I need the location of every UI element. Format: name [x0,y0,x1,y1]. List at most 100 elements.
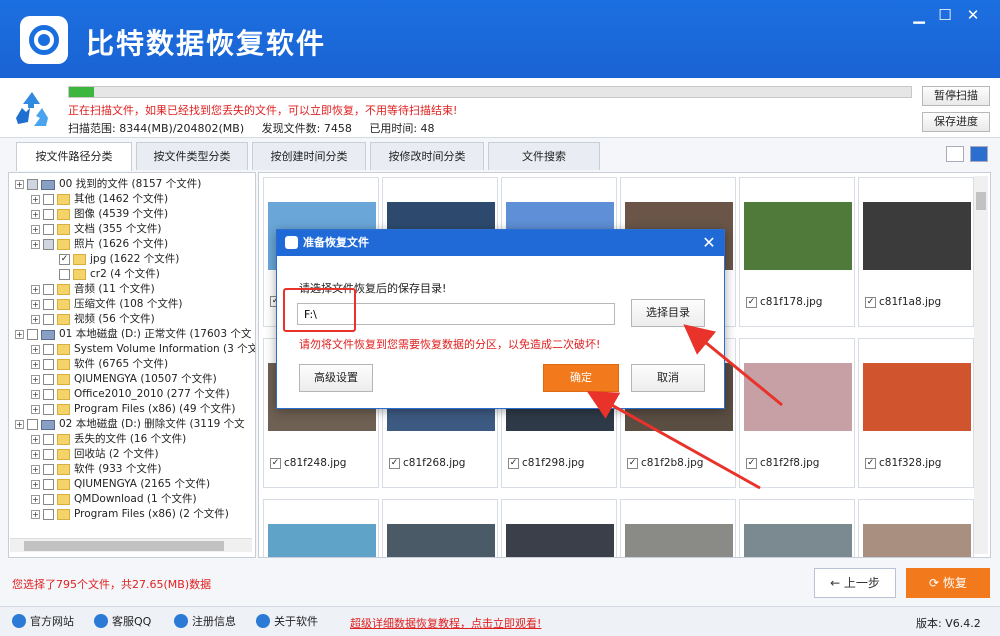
register-info-link[interactable]: 注册信息 [174,613,236,629]
advanced-settings-button[interactable]: 高级设置 [299,364,373,392]
tutorial-link[interactable]: 超级详细数据恢复教程，点击立即观看! [350,615,541,631]
expand-icon[interactable]: + [15,330,24,339]
tree-node[interactable]: +cr2 (4 个文件) [47,267,160,282]
tree-node[interactable]: + Program Files (x86) (49 个文件) [31,402,236,417]
tree-checkbox[interactable] [27,329,38,340]
expand-icon[interactable]: + [15,180,24,189]
tree-node[interactable]: + 回收站 (2 个文件) [31,447,159,462]
about-link[interactable]: 关于软件 [256,613,318,629]
expand-icon[interactable]: + [31,390,40,399]
expand-icon[interactable]: + [31,510,40,519]
tree-node[interactable]: + 软件 (933 个文件) [31,462,161,477]
expand-icon[interactable]: + [31,465,40,474]
grid-view-icon[interactable] [970,146,988,162]
expand-icon[interactable]: + [31,360,40,369]
expand-icon[interactable]: + [31,495,40,504]
tree-node[interactable]: + Program Files (x86) (2 个文件) [31,507,229,522]
tree-checkbox[interactable] [43,479,54,490]
file-checkbox[interactable]: ✓ [627,457,638,469]
file-checkbox[interactable]: ✓ [865,296,876,308]
file-checkbox[interactable]: ✓ [508,457,519,469]
tab-by-modified[interactable]: 按修改时间分类 [370,142,484,170]
tree-checkbox[interactable] [43,434,54,445]
tree-node[interactable]: + Office2010_2010 (277 个文件) [31,387,230,402]
expand-icon[interactable]: + [31,345,40,354]
expand-icon[interactable]: + [31,405,40,414]
confirm-button[interactable]: 确定 [543,364,619,392]
expand-icon[interactable]: + [31,285,40,294]
tree-node[interactable]: +02 本地磁盘 (D:) 删除文件 (3119 个文 [15,417,245,432]
tree-checkbox[interactable] [43,404,54,415]
tree-checkbox[interactable] [43,509,54,520]
minimize-icon[interactable]: ▁ [906,4,932,26]
list-view-icon[interactable] [946,146,964,162]
file-thumbnail-card[interactable]: ✓ c81f178.jpg [739,177,855,327]
tree-checkbox[interactable] [43,389,54,400]
file-thumbnail-card[interactable]: ✓ c81f2f8.jpg [739,338,855,488]
tree-node[interactable]: + QMDownload (1 个文件) [31,492,197,507]
file-thumbnail-card[interactable]: ✓ [620,499,736,557]
file-thumbnail-card[interactable]: ✓ [382,499,498,557]
tree-checkbox[interactable] [43,494,54,505]
expand-icon[interactable]: + [31,210,40,219]
file-thumbnail-card[interactable]: ✓ [501,499,617,557]
tree-checkbox[interactable] [43,194,54,205]
tab-by-path[interactable]: 按文件路径分类 [16,142,132,171]
expand-icon[interactable]: + [31,195,40,204]
expand-icon[interactable]: + [31,240,40,249]
tree-node[interactable]: + 文档 (355 个文件) [31,222,161,237]
tree-checkbox[interactable] [43,344,54,355]
tree-checkbox[interactable] [43,284,54,295]
file-checkbox[interactable]: ✓ [389,457,400,469]
file-checkbox[interactable]: ✓ [746,457,757,469]
tree-node[interactable]: + 软件 (6765 个文件) [31,357,168,372]
tree-node[interactable]: +01 本地磁盘 (D:) 正常文件 (17603 个文 [15,327,251,342]
tree-checkbox[interactable] [43,374,54,385]
tree-checkbox[interactable] [27,419,38,430]
close-icon[interactable]: ✕ [960,4,986,26]
expand-icon[interactable]: + [31,315,40,324]
tree-checkbox[interactable] [43,314,54,325]
save-progress-button[interactable]: 保存进度 [922,112,990,132]
tab-by-type[interactable]: 按文件类型分类 [136,142,248,170]
recover-button[interactable]: ⟳ 恢复 [906,568,990,598]
tree-checkbox[interactable] [43,449,54,460]
tab-by-created[interactable]: 按创建时间分类 [252,142,366,170]
expand-icon[interactable]: + [15,420,24,429]
file-thumbnail-card[interactable]: ✓ [263,499,379,557]
tree-node[interactable]: + 压缩文件 (108 个文件) [31,297,182,312]
file-thumbnail-card[interactable]: ✓ c81f1a8.jpg [858,177,974,327]
tree-checkbox[interactable] [43,209,54,220]
tree-checkbox[interactable]: ✓ [59,254,70,265]
expand-icon[interactable]: + [31,225,40,234]
file-checkbox[interactable]: ✓ [746,296,757,308]
file-thumbnail-card[interactable]: ✓ c81f328.jpg [858,338,974,488]
pause-scan-button[interactable]: 暂停扫描 [922,86,990,106]
tree-checkbox[interactable] [43,239,54,250]
tab-file-search[interactable]: 文件搜索 [488,142,600,170]
tree-node[interactable]: + System Volume Information (3 个文 [31,342,255,357]
tree-node[interactable]: + 视频 (56 个文件) [31,312,155,327]
tree-node[interactable]: +00 找到的文件 (8157 个文件) [15,177,201,192]
tree-checkbox[interactable] [59,269,70,280]
tree-checkbox[interactable] [43,464,54,475]
tree-checkbox[interactable] [27,179,38,190]
expand-icon[interactable]: + [31,435,40,444]
file-thumbnail-card[interactable]: ✓ [858,499,974,557]
previous-step-button[interactable]: ← 上一步 [814,568,896,598]
tree-node[interactable]: +✓jpg (1622 个文件) [47,252,179,267]
expand-icon[interactable]: + [31,300,40,309]
tree-node[interactable]: + 丢失的文件 (16 个文件) [31,432,186,447]
file-checkbox[interactable]: ✓ [270,457,281,469]
grid-vertical-scrollbar[interactable] [974,176,988,554]
tree-horizontal-scrollbar[interactable] [10,538,252,552]
tree-node[interactable]: + 照片 (1626 个文件) [31,237,168,252]
tree-node[interactable]: + QIUMENGYA (10507 个文件) [31,372,217,387]
choose-directory-button[interactable]: 选择目录 [631,299,705,327]
support-qq-link[interactable]: 客服QQ [94,613,151,629]
cancel-button[interactable]: 取消 [631,364,705,392]
tree-checkbox[interactable] [43,359,54,370]
dialog-close-icon[interactable]: ✕ [695,230,723,256]
maximize-icon[interactable]: ☐ [932,4,958,26]
tree-node[interactable]: + 音频 (11 个文件) [31,282,155,297]
